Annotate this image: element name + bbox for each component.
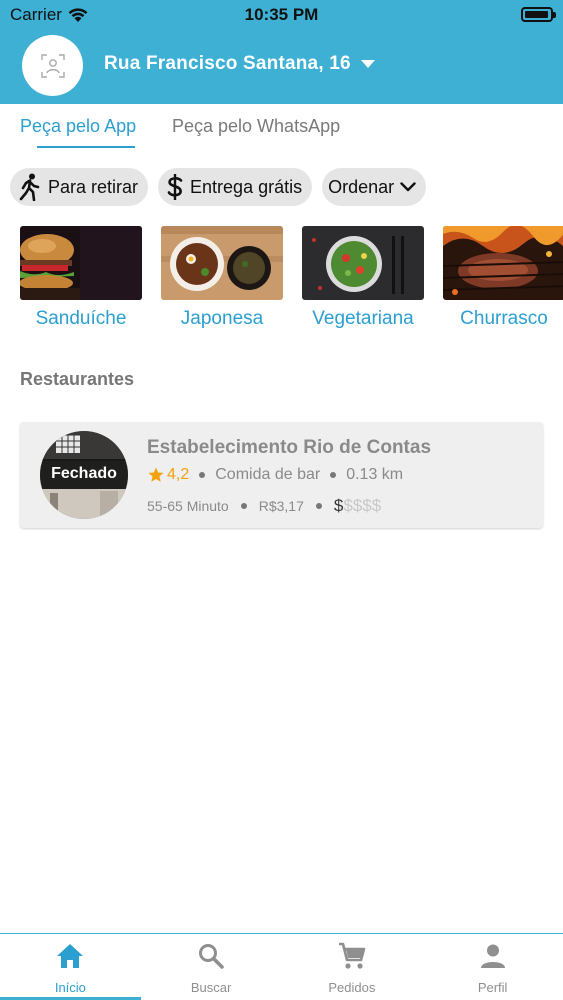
search-icon bbox=[199, 944, 224, 969]
restaurant-distance: 0.13 km bbox=[346, 466, 404, 483]
status-time: 10:35 PM bbox=[244, 5, 319, 24]
separator-dot bbox=[330, 472, 337, 478]
store-avatar[interactable] bbox=[22, 35, 83, 96]
category-japanese-label: Japonesa bbox=[180, 308, 264, 329]
restaurant-rating-value: 4,2 bbox=[167, 466, 190, 483]
sort-label: Ordenar bbox=[328, 176, 395, 197]
restaurant-delivery-fee: R$3,17 bbox=[258, 498, 304, 514]
category-sandwich[interactable]: Sanduíche bbox=[20, 226, 142, 330]
chevron-down-icon bbox=[400, 182, 416, 192]
filter-free-delivery-chip[interactable]: Entrega grátis bbox=[158, 168, 313, 206]
filter-pickup-chip[interactable]: Para retirar bbox=[10, 168, 149, 206]
battery-fill bbox=[525, 11, 548, 18]
cart-icon bbox=[338, 942, 366, 969]
restaurant-rating: 4,2 bbox=[147, 466, 189, 484]
separator-dot bbox=[240, 503, 247, 509]
restaurant-category: Comida de bar bbox=[215, 466, 321, 483]
restaurant-price-level: $$$$$ bbox=[334, 496, 381, 516]
category-japanese-image bbox=[161, 226, 283, 300]
price-level-active: $ bbox=[333, 496, 344, 515]
nav-orders[interactable]: Pedidos bbox=[282, 934, 423, 1000]
category-vegetarian-label: Vegetariana bbox=[312, 308, 414, 329]
sort-chip[interactable]: Ordenar bbox=[322, 168, 427, 206]
app-header: Carrier 10:35 PM Rua Francisco Santana, … bbox=[0, 0, 563, 104]
category-vegetarian-image bbox=[302, 226, 424, 300]
tab-order-by-whatsapp[interactable]: Peça pelo WhatsApp bbox=[172, 116, 340, 137]
restaurant-summary: 4,2 Comida de bar 0.13 km bbox=[147, 466, 403, 484]
category-sandwich-label: Sanduíche bbox=[35, 308, 127, 329]
bottom-navigation: Início Buscar Pedidos Perfil bbox=[0, 933, 563, 1000]
closed-badge: Fechado bbox=[40, 459, 128, 489]
filter-free-delivery-label: Entrega grátis bbox=[190, 176, 303, 197]
tab-order-by-app[interactable]: Peça pelo App bbox=[20, 116, 136, 137]
restaurant-card[interactable]: Fechado Estabelecimento Rio de Contas 4,… bbox=[20, 422, 543, 528]
nav-home-label: Início bbox=[54, 980, 86, 995]
dollar-icon bbox=[167, 174, 183, 200]
nav-orders-label: Pedidos bbox=[328, 980, 376, 995]
category-sandwich-image bbox=[20, 226, 142, 300]
separator-dot bbox=[315, 503, 322, 509]
caret-down-icon bbox=[360, 60, 375, 68]
person-icon bbox=[480, 944, 505, 968]
star-icon bbox=[148, 467, 164, 482]
restaurant-name: Estabelecimento Rio de Contas bbox=[147, 437, 432, 458]
walking-person-icon bbox=[19, 173, 40, 201]
nav-search[interactable]: Buscar bbox=[141, 934, 282, 1000]
home-icon bbox=[57, 944, 84, 968]
category-japanese[interactable]: Japonesa bbox=[161, 226, 283, 330]
nav-profile-label: Perfil bbox=[477, 980, 508, 995]
separator-dot bbox=[199, 472, 206, 478]
status-bar: Carrier 10:35 PM bbox=[0, 0, 563, 30]
restaurants-section-title: Restaurantes bbox=[20, 369, 135, 389]
image-placeholder-icon bbox=[40, 53, 65, 78]
active-tab-indicator bbox=[37, 146, 135, 148]
restaurant-details: 55-65 Minuto R$3,17 $$$$$ bbox=[147, 496, 381, 516]
order-mode-tabs: Peça pelo App Peça pelo WhatsApp bbox=[0, 104, 563, 152]
category-carousel: Sanduíche Japonesa Vegetariana Churrasco bbox=[20, 226, 563, 336]
restaurant-delivery-time: 55-65 Minuto bbox=[147, 498, 229, 514]
category-barbecue-label: Churrasco bbox=[460, 308, 548, 329]
nav-home[interactable]: Início bbox=[0, 934, 141, 1000]
restaurant-logo: Fechado bbox=[40, 431, 128, 519]
address-label: Rua Francisco Santana, 16 bbox=[104, 53, 351, 74]
price-level-inactive: $$$$ bbox=[343, 496, 382, 515]
category-barbecue[interactable]: Churrasco bbox=[443, 226, 563, 330]
category-vegetarian[interactable]: Vegetariana bbox=[302, 226, 424, 330]
nav-profile[interactable]: Perfil bbox=[422, 934, 563, 1000]
nav-search-label: Buscar bbox=[190, 980, 232, 995]
category-barbecue-image bbox=[443, 226, 563, 300]
filter-chips: Para retirar Entrega grátis Ordenar bbox=[10, 168, 427, 206]
address-selector[interactable]: Rua Francisco Santana, 16 bbox=[104, 53, 375, 75]
filter-pickup-label: Para retirar bbox=[48, 176, 139, 197]
battery-icon bbox=[521, 7, 556, 22]
